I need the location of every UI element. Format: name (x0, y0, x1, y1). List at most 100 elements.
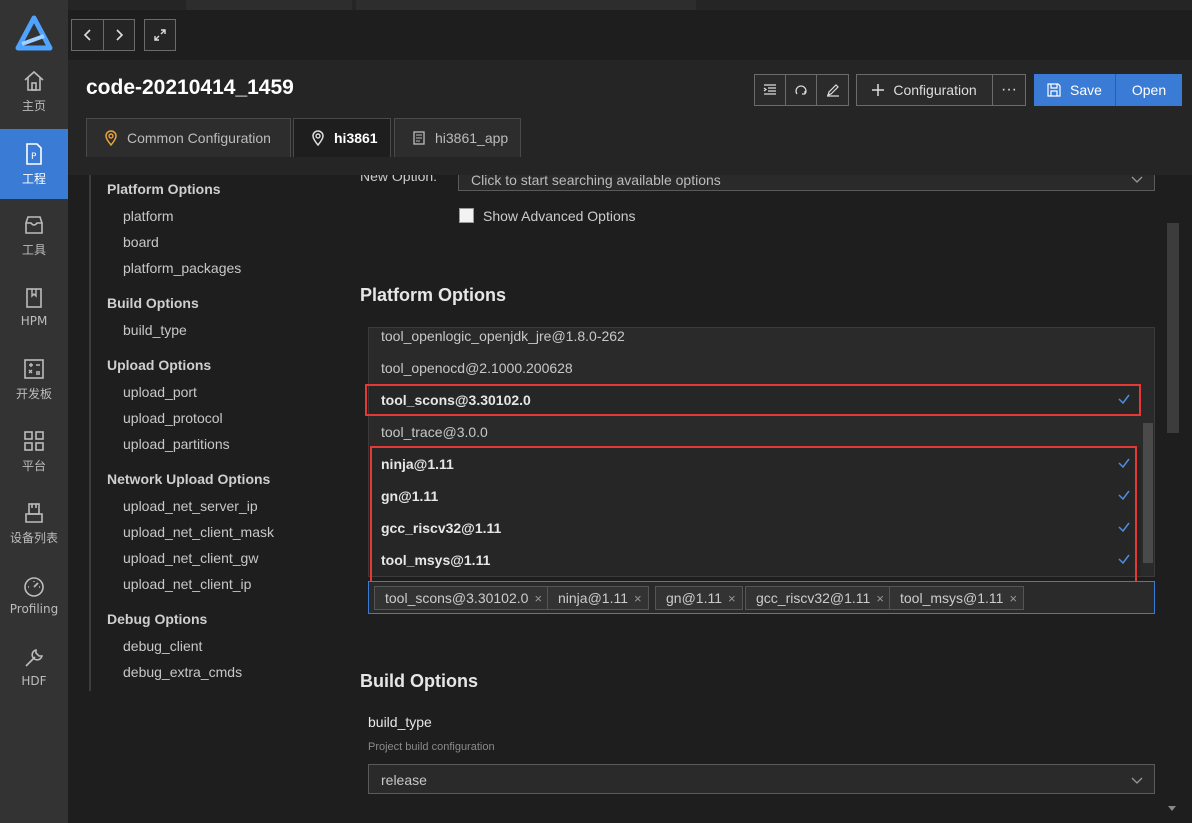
profiling-icon (24, 577, 44, 597)
board-icon (24, 358, 44, 379)
nav-item-upload-partitions[interactable]: upload_partitions (123, 436, 230, 452)
nav-group-network-upload-options[interactable]: Network Upload Options (107, 471, 270, 487)
location-pin-icon (105, 130, 117, 146)
main-scrollbar[interactable] (1164, 175, 1182, 823)
close-icon[interactable]: × (634, 591, 642, 606)
svg-text:P: P (31, 152, 37, 162)
activity-project[interactable]: P 工程 (0, 129, 68, 199)
show-advanced-checkbox[interactable] (459, 208, 474, 223)
activity-label: HDF (21, 674, 47, 688)
project-header: code-20210414_1459 Configuration ··· Sav… (68, 60, 1192, 175)
configuration-button[interactable]: Configuration (857, 75, 993, 105)
refresh-button[interactable] (786, 75, 817, 105)
selected-tag[interactable]: tool_scons@3.30102.0 × (374, 586, 550, 610)
list-scrollbar-thumb[interactable] (1143, 423, 1153, 563)
nav-item-debug-extra-cmds[interactable]: debug_extra_cmds (123, 664, 242, 680)
nav-group-platform-options[interactable]: Platform Options (107, 181, 221, 197)
expand-icon (154, 29, 166, 41)
activity-hpm[interactable]: HPM (0, 272, 68, 342)
window-tab-strip (68, 0, 1192, 10)
nav-item-platform[interactable]: platform (123, 208, 174, 224)
activity-home[interactable]: 主页 (0, 56, 68, 126)
top-toolbar (68, 10, 1192, 60)
activity-label: 平台 (21, 458, 46, 473)
chevron-down-icon (1131, 777, 1143, 784)
tab-hi3861[interactable]: hi3861 (293, 118, 391, 157)
nav-item-platform-packages[interactable]: platform_packages (123, 260, 241, 276)
nav-item-upload-net-server-ip[interactable]: upload_net_server_ip (123, 498, 258, 514)
activity-label: Profiling (9, 602, 59, 616)
activity-label: 开发板 (15, 386, 52, 401)
nav-item-build-type[interactable]: build_type (123, 322, 187, 338)
pencil-icon (826, 84, 839, 97)
main-scrollbar-thumb[interactable] (1167, 223, 1179, 433)
selected-options-input[interactable]: tool_scons@3.30102.0 × ninja@1.11 × gn@1.1… (368, 581, 1155, 614)
show-advanced-label: Show Advanced Options (483, 208, 636, 224)
activity-label: 设备列表 (9, 530, 58, 545)
close-icon[interactable]: × (534, 591, 542, 606)
activity-platform[interactable]: 平台 (0, 416, 68, 486)
location-pin-icon (312, 130, 324, 146)
activity-label: 主页 (21, 98, 46, 113)
nav-rail (89, 175, 91, 691)
history-nav (71, 19, 135, 51)
outline-button[interactable] (755, 75, 786, 105)
tab-hi3861-app[interactable]: hi3861_app (394, 118, 521, 157)
close-icon[interactable]: × (1009, 591, 1017, 606)
build-type-select[interactable]: release (368, 764, 1155, 794)
close-icon[interactable]: × (728, 591, 736, 606)
selected-tag[interactable]: tool_msys@1.11 × (889, 586, 1025, 610)
home-icon (24, 70, 44, 91)
back-button[interactable] (73, 20, 103, 50)
configuration-label: Configuration (893, 82, 977, 98)
selected-tag[interactable]: ninja@1.11 × (547, 586, 649, 610)
new-option-placeholder: Click to start searching available optio… (471, 175, 721, 188)
more-button[interactable]: ··· (993, 75, 1025, 105)
forward-button[interactable] (103, 20, 133, 50)
selected-tag[interactable]: gn@1.11 × (655, 586, 743, 610)
hpm-icon (26, 288, 42, 308)
save-button[interactable]: Save (1034, 74, 1116, 106)
more-icon: ··· (1001, 81, 1017, 98)
tab-label: hi3861_app (435, 130, 509, 146)
nav-item-upload-port[interactable]: upload_port (123, 384, 197, 400)
save-label: Save (1070, 82, 1102, 98)
file-list-icon (413, 131, 425, 145)
activity-bar: 主页 P 工程 工具 HPM 开发板 平台 设备列表 Profiling HDF (0, 0, 68, 823)
nav-group-debug-options[interactable]: Debug Options (107, 611, 207, 627)
activity-profiling[interactable]: Profiling (0, 560, 68, 630)
new-option-search[interactable]: Click to start searching available optio… (458, 175, 1155, 191)
open-label: Open (1131, 82, 1167, 98)
nav-item-board[interactable]: board (123, 234, 159, 250)
close-icon[interactable]: × (876, 591, 884, 606)
new-option-label: New Option: (360, 175, 438, 184)
tab-label: hi3861 (334, 130, 378, 146)
activity-label: 工程 (21, 171, 46, 186)
configuration-group: Configuration ··· (856, 74, 1026, 106)
tab-common-configuration[interactable]: Common Configuration (86, 118, 291, 157)
build-type-help: Project build configuration (368, 741, 495, 753)
activity-tools[interactable]: 工具 (0, 200, 68, 270)
nav-item-upload-net-client-ip[interactable]: upload_net_client_ip (123, 576, 251, 592)
chevron-right-icon (115, 29, 123, 41)
edit-button[interactable] (817, 75, 848, 105)
expand-button[interactable] (144, 19, 176, 51)
nav-group-build-options[interactable]: Build Options (107, 295, 199, 311)
list-item[interactable]: tool_trace@3.0.0 (369, 416, 1141, 448)
activity-device-list[interactable]: 设备列表 (0, 488, 68, 558)
list-item[interactable]: tool_openlogic_openjdk_jre@1.8.0-262 (369, 328, 1141, 352)
list-scrollbar[interactable] (1141, 328, 1154, 576)
nav-item-upload-net-client-mask[interactable]: upload_net_client_mask (123, 524, 274, 540)
section-navigation: Platform Options platform board platform… (68, 175, 338, 823)
open-button[interactable]: Open (1116, 74, 1182, 106)
nav-item-upload-net-client-gw[interactable]: upload_net_client_gw (123, 550, 258, 566)
nav-group-upload-options[interactable]: Upload Options (107, 357, 211, 373)
list-item[interactable]: tool_openocd@2.1000.200628 (369, 352, 1141, 384)
nav-item-debug-client[interactable]: debug_client (123, 638, 202, 654)
activity-hdf[interactable]: HDF (0, 632, 68, 702)
activity-board[interactable]: 开发板 (0, 344, 68, 414)
build-options-heading: Build Options (360, 671, 478, 691)
selected-tag[interactable]: gcc_riscv32@1.11 × (745, 586, 891, 610)
scroll-down-icon[interactable] (1167, 805, 1177, 813)
nav-item-upload-protocol[interactable]: upload_protocol (123, 410, 223, 426)
